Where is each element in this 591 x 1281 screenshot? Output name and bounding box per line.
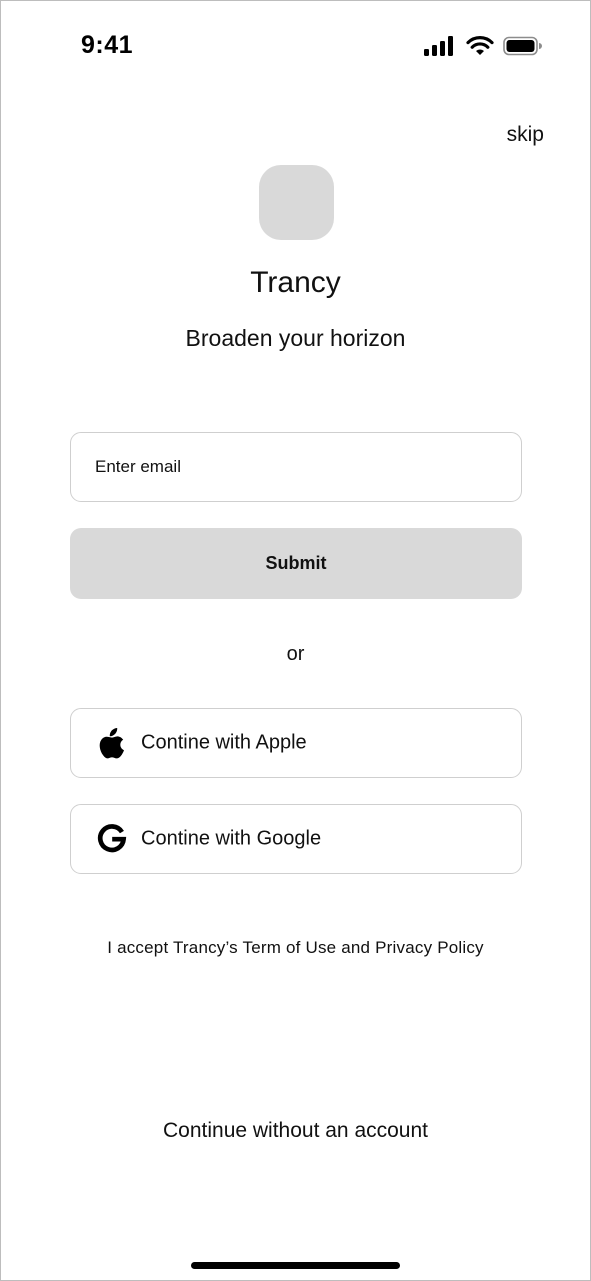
apple-icon bbox=[97, 727, 127, 759]
email-input[interactable] bbox=[71, 433, 521, 501]
google-icon bbox=[97, 823, 127, 855]
skip-button[interactable]: skip bbox=[507, 123, 544, 147]
battery-icon bbox=[503, 36, 542, 56]
submit-button-label: Submit bbox=[265, 553, 327, 573]
continue-with-apple-label: Contine with Apple bbox=[141, 731, 307, 754]
submit-button[interactable]: Submit bbox=[70, 528, 522, 599]
home-indicator bbox=[191, 1262, 400, 1269]
wifi-icon bbox=[466, 36, 494, 55]
continue-with-google-label: Contine with Google bbox=[141, 827, 322, 850]
status-time: 9:41 bbox=[81, 31, 134, 59]
continue-without-account-link[interactable]: Continue without an account bbox=[163, 1119, 428, 1142]
terms-text[interactable]: I accept Trancy’s Term of Use and Privac… bbox=[1, 938, 590, 958]
continue-with-apple-button[interactable]: Contine with Apple bbox=[70, 708, 522, 778]
or-divider: or bbox=[286, 643, 305, 665]
cellular-signal-icon bbox=[424, 36, 453, 56]
app-logo bbox=[259, 165, 334, 240]
continue-without-account-container: Continue without an account bbox=[1, 1119, 590, 1143]
app-tagline: Broaden your horizon bbox=[185, 325, 406, 351]
email-field bbox=[70, 432, 522, 502]
status-icons bbox=[424, 36, 544, 56]
continue-with-google-button[interactable]: Contine with Google bbox=[70, 804, 522, 874]
phone-screen: 9:41 skip Trancy Broaden your horizon Su… bbox=[0, 0, 591, 1281]
app-name: Trancy bbox=[250, 266, 341, 299]
